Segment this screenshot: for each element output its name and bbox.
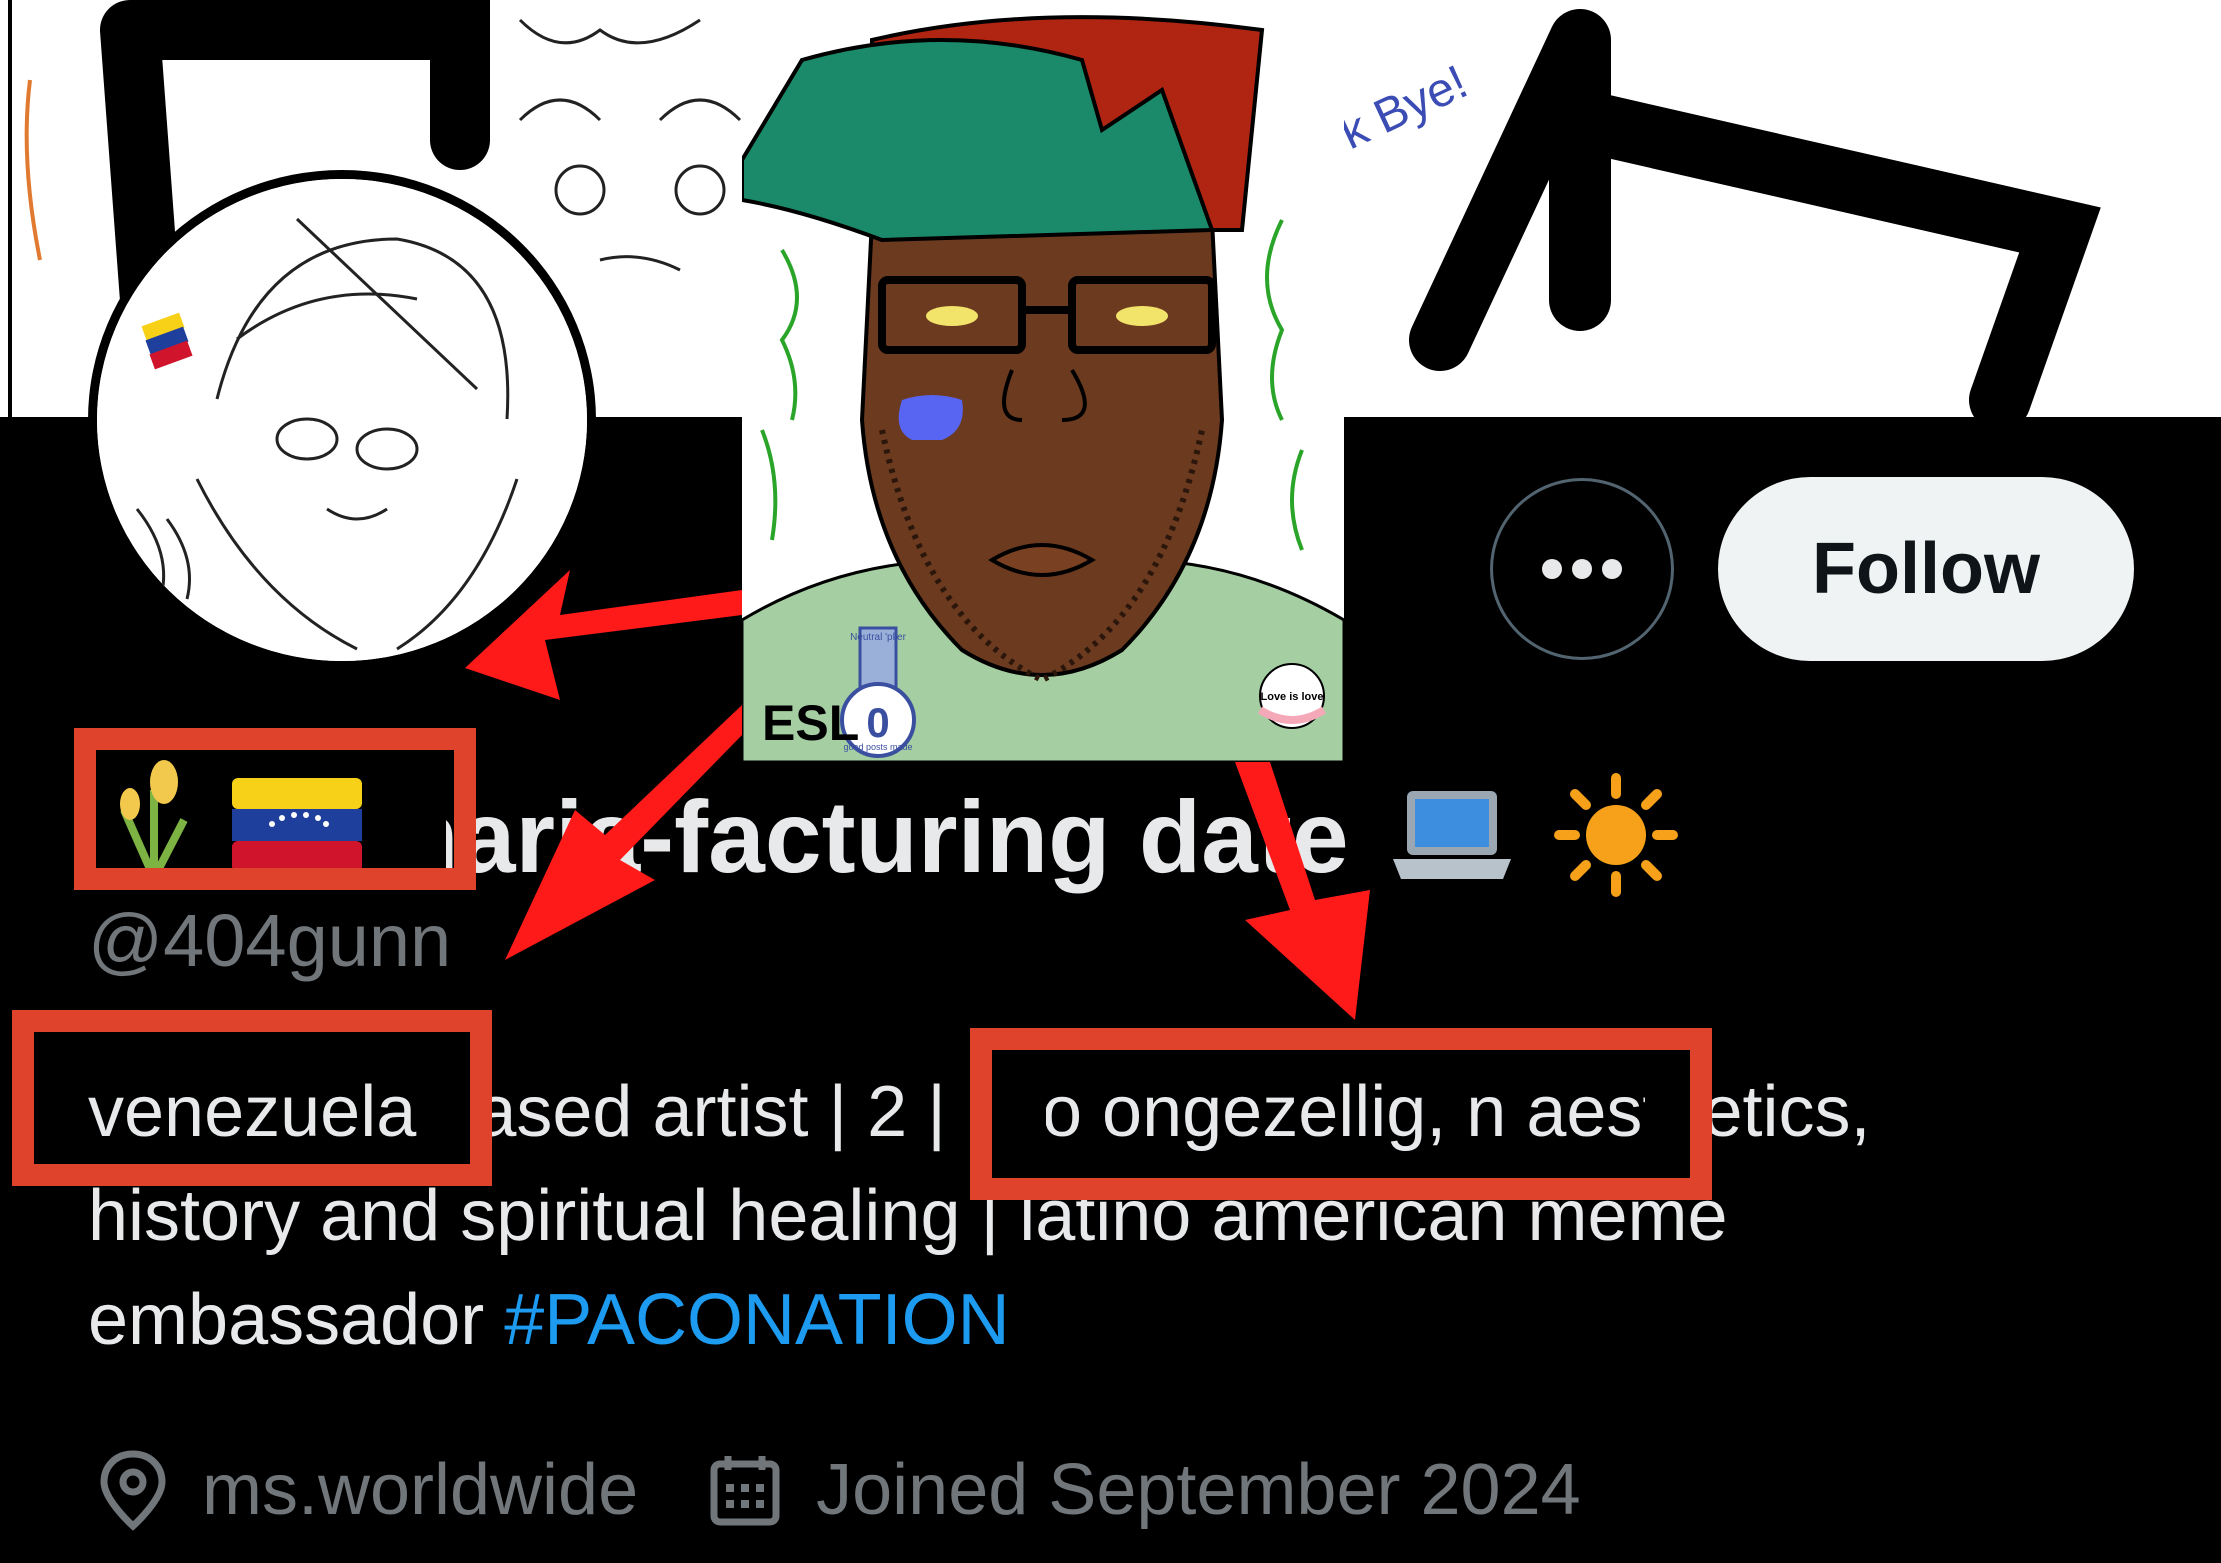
badge-top-text: Neutral 'plier — [850, 632, 906, 643]
follow-button-label: Follow — [1812, 529, 2040, 609]
joined-item: Joined September 2024 — [708, 1440, 1581, 1540]
profile-handle: @404gunn — [88, 899, 452, 982]
follow-button[interactable]: Follow — [1718, 477, 2134, 661]
joined-text: Joined September 2024 — [816, 1450, 1581, 1530]
badge-bottom-text: good posts made — [843, 742, 912, 752]
annotation-box-into — [970, 1028, 1712, 1200]
display-name-text: maria-facturing date — [368, 779, 1349, 894]
love-badge-text: Love is love — [1261, 691, 1324, 703]
calendar-icon — [710, 1456, 780, 1526]
more-horizontal-icon — [1542, 559, 1622, 579]
annotation-box-venezuela — [12, 1010, 492, 1186]
annotation-box-name-emoji — [74, 728, 476, 890]
location-pin-icon — [100, 1450, 166, 1531]
location-item: ms.worldwide — [98, 1440, 638, 1540]
wojak-meme-image: 0 ESL Neutral 'plier good posts made Lov… — [742, 0, 1344, 762]
bio-embassador: embassador — [88, 1280, 505, 1360]
avatar[interactable] — [88, 170, 596, 670]
hashtag-link[interactable]: #PACONATION — [504, 1280, 1009, 1360]
badge-number: 0 — [866, 699, 889, 746]
location-text: ms.worldwide — [202, 1450, 639, 1530]
laptop-emoji-icon — [1387, 785, 1517, 905]
sun-emoji-icon — [1551, 770, 1681, 920]
more-options-button[interactable] — [1490, 478, 1674, 660]
profile-meta: ms.worldwide Joined September 2024 — [98, 1440, 1651, 1540]
bio-line-3: embassador #PACONATION — [88, 1268, 2168, 1372]
